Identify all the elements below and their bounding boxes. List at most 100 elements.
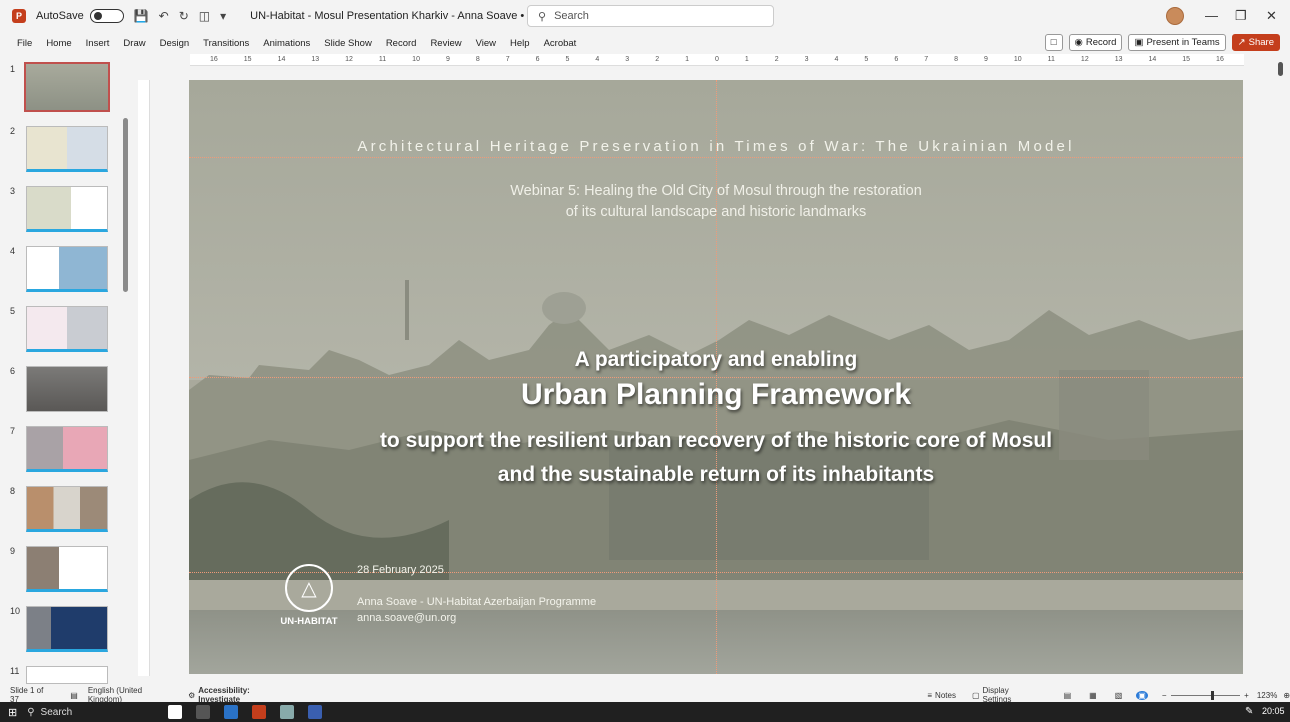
thumbnail-image[interactable]	[24, 62, 110, 112]
thumbnail-8[interactable]: 8	[0, 486, 120, 546]
avatar[interactable]	[1166, 7, 1184, 25]
notes-button[interactable]: Notes	[935, 691, 956, 700]
thumbnail-number: 11	[10, 666, 20, 676]
thumbnail-image[interactable]	[26, 546, 108, 592]
ruler-tick-label: 10	[1013, 56, 1022, 63]
present-in-teams-button[interactable]: ▣ Present in Teams	[1128, 34, 1226, 51]
ruler-tick-label: 2	[774, 56, 779, 63]
thumbnail-image[interactable]	[26, 486, 108, 532]
taskbar-search[interactable]: ⚲ Search	[27, 707, 72, 718]
main-title-line-1[interactable]: A participatory and enabling	[189, 348, 1243, 372]
reading-view-icon[interactable]: ▧	[1115, 691, 1123, 700]
spellcheck-icon[interactable]: ▤	[70, 691, 78, 700]
slide-thumbnail-pane[interactable]: 1 2 3 4 5 6 7 8 9 10 11	[0, 56, 132, 686]
present-from-start-icon[interactable]: ◫	[199, 9, 210, 23]
slide-sorter-icon[interactable]: ▦	[1089, 691, 1097, 700]
minimize-icon[interactable]: —	[1205, 8, 1218, 23]
zoom-slider[interactable]	[1170, 690, 1241, 700]
thumbnail-image[interactable]	[26, 606, 108, 652]
thumbnail-image[interactable]	[26, 426, 108, 472]
clock[interactable]: 20:05	[1262, 706, 1285, 716]
thumbnail-image[interactable]	[26, 186, 108, 232]
main-title-body[interactable]: to support the resilient urban recovery …	[189, 424, 1243, 492]
tab-transitions[interactable]: Transitions	[196, 38, 256, 49]
autosave-label: AutoSave	[36, 10, 84, 22]
ruler-tick-label: 12	[345, 56, 353, 63]
edge-icon[interactable]	[280, 705, 295, 719]
presenter-name[interactable]: Anna Soave - UN-Habitat Azerbaijan Progr…	[357, 596, 596, 608]
thumbnail-image[interactable]	[26, 246, 108, 292]
thumbnail-image[interactable]	[26, 366, 108, 412]
thumbnail-number: 9	[10, 546, 16, 556]
autosave-toggle[interactable]: AutoSave	[36, 9, 124, 23]
thumbnail-3[interactable]: 3	[0, 186, 120, 246]
tab-view[interactable]: View	[469, 38, 503, 49]
ruler-tick-label: 13	[1114, 56, 1123, 63]
restore-icon[interactable]: ❐	[1235, 8, 1247, 24]
zoom-level[interactable]: 123%	[1257, 691, 1277, 700]
scrollbar-thumb[interactable]	[1278, 62, 1283, 76]
close-icon[interactable]: ✕	[1266, 8, 1277, 24]
share-button[interactable]: ↗ Share	[1231, 34, 1280, 51]
thumbnail-image[interactable]	[26, 306, 108, 352]
search-input[interactable]: ⚲ Search	[527, 5, 774, 27]
tab-design[interactable]: Design	[153, 38, 197, 49]
thumbnail-11[interactable]: 11	[0, 666, 120, 686]
presenter-email[interactable]: anna.soave@un.org	[357, 612, 456, 624]
slide-heading[interactable]: Architectural Heritage Preservation in T…	[189, 138, 1243, 155]
tab-file[interactable]: File	[10, 38, 39, 49]
ruler-tick-label: 14	[277, 56, 286, 63]
thumbnail-image[interactable]	[26, 666, 108, 684]
slide-scrollbar[interactable]	[1277, 62, 1284, 672]
record-button[interactable]: ◉ Record	[1068, 34, 1123, 51]
pen-icon[interactable]: ✎	[1245, 706, 1253, 717]
tab-record[interactable]: Record	[379, 38, 424, 49]
thumbnail-6[interactable]: 6	[0, 366, 120, 426]
un-app-icon[interactable]	[308, 705, 323, 719]
thumbnail-10[interactable]: 10	[0, 606, 120, 666]
un-habitat-logo[interactable]: △ UN-HABITAT	[277, 564, 341, 627]
normal-view-icon[interactable]: ▤	[1064, 691, 1072, 700]
guide-line	[716, 80, 717, 674]
thumbnail-number: 7	[10, 426, 16, 436]
thumbnail-9[interactable]: 9	[0, 546, 120, 606]
main-title-line-2[interactable]: Urban Planning Framework	[189, 378, 1243, 412]
task-view-icon[interactable]	[196, 705, 211, 719]
tab-draw[interactable]: Draw	[116, 38, 152, 49]
tab-animations[interactable]: Animations	[256, 38, 317, 49]
powerpoint-icon[interactable]	[252, 705, 267, 719]
tab-help[interactable]: Help	[503, 38, 537, 49]
windows-start-icon[interactable]: ⊞	[8, 706, 17, 719]
presentation-date[interactable]: 28 February 2025	[357, 564, 444, 576]
ruler-tick-label: 10	[412, 56, 420, 63]
thumbnail-scrollbar[interactable]	[123, 118, 128, 292]
toggle-switch[interactable]	[89, 9, 124, 23]
thumbnail-2[interactable]: 2	[0, 126, 120, 186]
fit-slide-icon[interactable]: ⊕	[1283, 691, 1290, 700]
thumbnail-7[interactable]: 7	[0, 426, 120, 486]
customize-qat-icon[interactable]: ▾	[220, 9, 226, 23]
zoom-in-icon[interactable]: +	[1244, 691, 1249, 700]
tab-acrobat[interactable]: Acrobat	[537, 38, 584, 49]
zoom-slider-handle[interactable]	[1210, 690, 1214, 700]
outlook-icon[interactable]	[224, 705, 239, 719]
tab-slide-show[interactable]: Slide Show	[317, 38, 379, 49]
thumbnail-4[interactable]: 4	[0, 246, 120, 306]
webinar-subtitle[interactable]: Webinar 5: Healing the Old City of Mosul…	[189, 181, 1243, 223]
ruler-tick-label: 4	[595, 56, 600, 63]
slide-canvas[interactable]: Architectural Heritage Preservation in T…	[189, 80, 1243, 674]
tab-insert[interactable]: Insert	[79, 38, 117, 49]
tab-home[interactable]: Home	[39, 38, 78, 49]
thumbnail-image[interactable]	[26, 126, 108, 172]
save-icon[interactable]: 💾	[134, 9, 149, 23]
thumbnail-5[interactable]: 5	[0, 306, 120, 366]
thumbnail-1[interactable]: 1	[0, 62, 120, 124]
app-icon[interactable]	[168, 705, 183, 719]
slide-show-icon[interactable]: ▣	[1136, 690, 1148, 700]
undo-icon[interactable]: ↶	[159, 9, 169, 23]
zoom-out-icon[interactable]: −	[1162, 691, 1167, 700]
redo-icon[interactable]: ↻	[179, 9, 189, 23]
comments-button[interactable]: □	[1044, 34, 1063, 51]
search-placeholder: Search	[554, 10, 589, 22]
tab-review[interactable]: Review	[423, 38, 468, 49]
